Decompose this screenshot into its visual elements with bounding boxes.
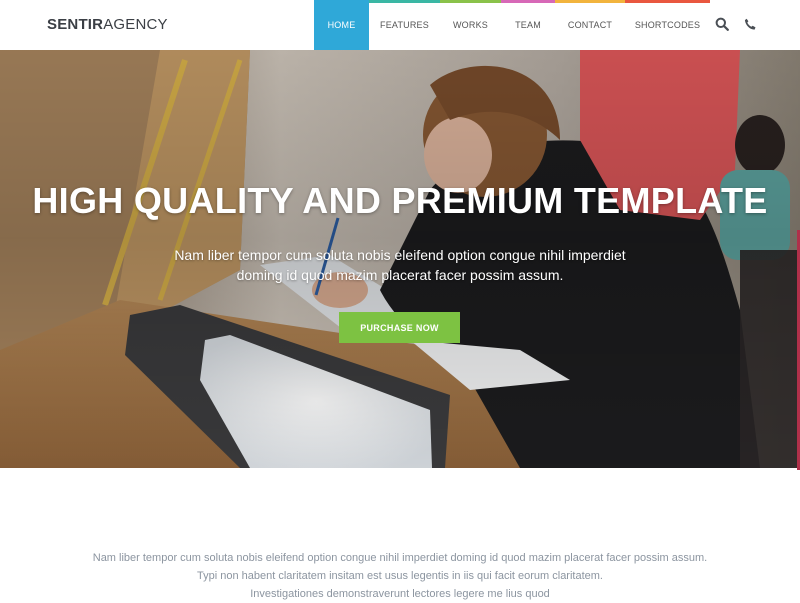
nav-item-works[interactable]: WORKS [440, 0, 501, 50]
nav-item-shortcodes[interactable]: SHORTCODES [625, 0, 710, 50]
site-header: SENTIRAGENCY HOME FEATURES WORKS TEAM CO… [0, 0, 800, 50]
intro-line: Typi non habent claritatem insitam est u… [197, 570, 603, 582]
intro-line: Investigationes demonstraverunt lectores… [250, 588, 550, 600]
nav-color-bar [440, 0, 501, 3]
search-icon[interactable] [714, 16, 730, 32]
hero-subtitle-line: Nam liber tempor cum soluta nobis eleife… [174, 247, 626, 263]
nav-label: HOME [327, 20, 356, 30]
nav-label: SHORTCODES [634, 20, 701, 30]
purchase-now-button[interactable]: PURCHASE NOW [339, 312, 460, 343]
nav-label: CONTACT [567, 20, 613, 30]
site-logo[interactable]: SENTIRAGENCY [47, 16, 168, 33]
nav-label: TEAM [515, 20, 541, 30]
nav-label: FEATURES [380, 20, 429, 30]
logo-bold-text: SENTIR [47, 16, 104, 33]
hero-subtitle-line: doming id quod mazim placerat facer poss… [236, 267, 564, 283]
nav-item-home[interactable]: HOME [314, 0, 369, 50]
nav-label: WORKS [452, 20, 488, 30]
intro-line: Nam liber tempor cum soluta nobis eleife… [92, 552, 708, 564]
phone-icon[interactable] [742, 16, 758, 32]
nav-color-bar [369, 0, 440, 3]
nav-color-bar [625, 0, 710, 3]
intro-text: Nam liber tempor cum soluta nobis eleife… [0, 549, 800, 603]
nav-tools [714, 16, 758, 32]
nav-color-bar [501, 0, 555, 3]
nav-item-contact[interactable]: CONTACT [555, 0, 625, 50]
main-nav: HOME FEATURES WORKS TEAM CONTACT SHORTCO… [314, 0, 710, 50]
nav-item-team[interactable]: TEAM [501, 0, 555, 50]
nav-color-bar [555, 0, 625, 3]
hero-subtitle: Nam liber tempor cum soluta nobis eleife… [150, 245, 650, 285]
hero-title: HIGH QUALITY AND PREMIUM TEMPLATE [32, 180, 768, 221]
nav-item-features[interactable]: FEATURES [369, 0, 440, 50]
logo-light-text: AGENCY [103, 16, 168, 33]
hero-section: HIGH QUALITY AND PREMIUM TEMPLATE Nam li… [0, 50, 800, 468]
nav-color-bar [314, 0, 369, 3]
